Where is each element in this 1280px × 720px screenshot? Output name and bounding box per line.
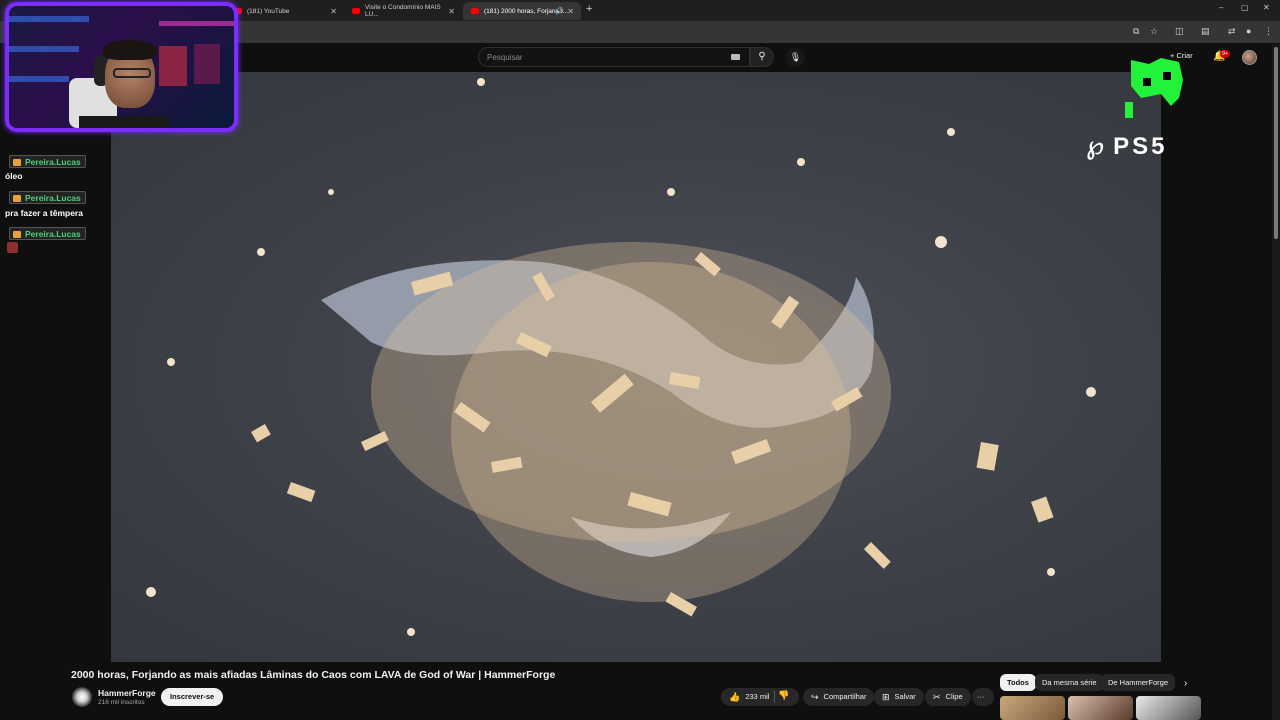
microphone-icon: 🎙 bbox=[789, 52, 802, 62]
save-button[interactable]: ⊞ Salvar bbox=[874, 688, 924, 706]
streamer-shirt bbox=[79, 116, 169, 128]
cast-icon[interactable]: ⧉ bbox=[1133, 26, 1139, 37]
channel-name[interactable]: HammerForge bbox=[98, 688, 156, 698]
chat-emote bbox=[7, 242, 18, 253]
chat-username: Pereira.Lucas bbox=[9, 227, 86, 240]
maximize-button[interactable]: ▢ bbox=[1241, 3, 1249, 12]
streamer-glasses bbox=[113, 68, 151, 78]
account-avatar[interactable] bbox=[1242, 50, 1257, 65]
chip-from-channel[interactable]: De HammerForge bbox=[1101, 674, 1176, 691]
audio-playing-icon[interactable]: 🔊 bbox=[555, 7, 564, 15]
youtube-favicon-icon bbox=[352, 8, 360, 14]
shelf-light bbox=[159, 21, 234, 26]
dislike-button[interactable]: 👎 bbox=[778, 690, 789, 701]
clip-button[interactable]: ✂ Clipe bbox=[925, 688, 971, 706]
chat-username: Pereira.Lucas bbox=[9, 155, 86, 168]
chat-message: óleo bbox=[5, 171, 23, 181]
minimize-button[interactable]: – bbox=[1219, 3, 1223, 12]
like-divider bbox=[774, 691, 775, 703]
poster bbox=[159, 46, 187, 86]
chat-username-text: Pereira.Lucas bbox=[25, 193, 81, 203]
share-label: Compartilhar bbox=[823, 692, 867, 701]
browser-menu-icon[interactable]: ⋮ bbox=[1264, 26, 1273, 37]
subscriber-badge-icon bbox=[13, 159, 21, 166]
youtube-favicon-icon bbox=[471, 8, 479, 14]
video-title: 2000 horas, Forjando as mais afiadas Lâm… bbox=[71, 669, 556, 681]
poster bbox=[194, 44, 220, 84]
recommended-video-thumbnail[interactable] bbox=[1000, 696, 1065, 720]
shelf-light bbox=[9, 46, 79, 52]
video-player[interactable] bbox=[111, 72, 1161, 662]
subscriber-count: 216 mil inscritos bbox=[98, 699, 145, 706]
ps5-logo-text: PS5 bbox=[1113, 133, 1168, 160]
subscriber-badge-icon bbox=[13, 231, 21, 238]
close-icon[interactable]: ✕ bbox=[448, 7, 455, 16]
scissors-icon: ✂ bbox=[933, 692, 941, 702]
subscribe-button[interactable]: Inscrever-se bbox=[161, 688, 224, 706]
chip-same-series[interactable]: Da mesma série bbox=[1035, 674, 1104, 691]
streamer-webcam bbox=[5, 2, 238, 132]
like-count: 233 mil bbox=[745, 692, 770, 701]
close-icon[interactable]: ✕ bbox=[567, 7, 574, 16]
subscriber-badge-icon bbox=[13, 195, 21, 202]
video-frame-illustration bbox=[146, 78, 1096, 636]
tab-current-video[interactable]: (181) 2000 horas, Forjando... 🔊 ✕ bbox=[463, 2, 581, 20]
search-icon: ⚲ bbox=[758, 51, 766, 62]
chevron-right-icon[interactable]: › bbox=[1184, 678, 1187, 689]
shelf-light bbox=[9, 16, 89, 22]
save-label: Salvar bbox=[894, 692, 916, 701]
close-window-button[interactable]: ✕ bbox=[1263, 3, 1270, 12]
tab-groups-icon[interactable]: ▤ bbox=[1201, 26, 1210, 37]
search-input[interactable]: Pesquisar bbox=[478, 47, 750, 67]
chat-username-text: Pereira.Lucas bbox=[25, 157, 81, 167]
tab-condominio[interactable]: Visite o Condomínio MAIS LU... ✕ bbox=[344, 2, 462, 20]
green-sticker-overlay bbox=[1125, 58, 1183, 118]
clip-label: Clipe bbox=[945, 692, 963, 701]
wood-shavings bbox=[371, 242, 891, 602]
tab-title: (181) YouTube bbox=[247, 7, 290, 15]
tab-title: Visite o Condomínio MAIS LU... bbox=[365, 4, 441, 18]
scrollbar-thumb[interactable] bbox=[1274, 47, 1278, 239]
recommended-video-thumbnail[interactable] bbox=[1136, 696, 1201, 720]
voice-search-button[interactable]: 🎙 bbox=[786, 48, 805, 67]
share-button[interactable]: ↪ Compartilhar bbox=[803, 688, 875, 706]
recommended-video-thumbnail[interactable] bbox=[1068, 696, 1133, 720]
extensions-icon[interactable]: ◫ bbox=[1175, 26, 1184, 37]
profile-icon[interactable]: ● bbox=[1246, 26, 1251, 36]
reading-list-icon[interactable]: ⇄ bbox=[1228, 26, 1236, 37]
notification-count-badge: 9+ bbox=[1220, 50, 1231, 58]
tab-youtube-home[interactable]: (181) YouTube ✕ bbox=[226, 2, 344, 20]
new-tab-button[interactable]: + bbox=[586, 3, 592, 15]
chat-username-text: Pereira.Lucas bbox=[25, 229, 81, 239]
chip-all[interactable]: Todos bbox=[1000, 674, 1036, 691]
ps5-logo: ℘ PS5 bbox=[1086, 130, 1168, 161]
channel-avatar[interactable] bbox=[72, 687, 92, 707]
chat-username: Pereira.Lucas bbox=[9, 191, 86, 204]
chat-message: pra fazer a têmpera bbox=[5, 208, 83, 218]
keyboard-icon[interactable] bbox=[731, 54, 740, 60]
share-icon: ↪ bbox=[811, 692, 819, 702]
close-icon[interactable]: ✕ bbox=[330, 7, 337, 16]
bookmark-star-icon[interactable]: ☆ bbox=[1150, 26, 1158, 37]
shelf-light bbox=[9, 76, 69, 82]
streamer-hair bbox=[103, 40, 157, 60]
playstation-icon: ℘ bbox=[1086, 130, 1108, 160]
search-button[interactable]: ⚲ bbox=[750, 47, 774, 67]
more-actions-button[interactable]: ··· bbox=[972, 688, 994, 706]
thumbs-up-icon: 👍 bbox=[729, 692, 741, 702]
save-icon: ⊞ bbox=[882, 692, 890, 702]
